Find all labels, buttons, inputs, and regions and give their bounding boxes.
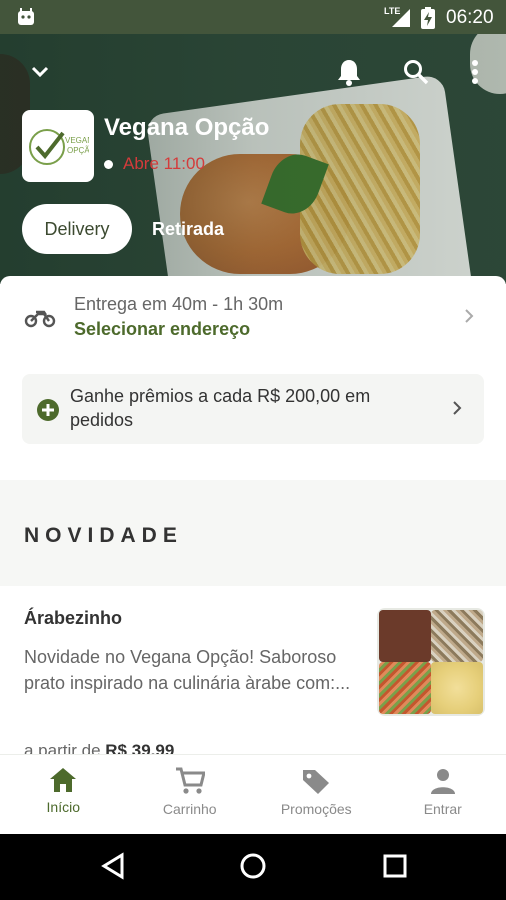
system-navigation-bar: [0, 834, 506, 900]
product-image-section: [379, 662, 431, 714]
chevron-down-icon: [31, 66, 49, 78]
recents-icon[interactable]: [382, 852, 408, 880]
store-content: Entrega em 40m - 1h 30m Selecionar ender…: [0, 276, 506, 756]
chevron-right-icon: [465, 309, 474, 323]
home-circle-icon[interactable]: [239, 852, 267, 880]
store-name: Vegana Opção: [104, 114, 270, 141]
order-mode-tabs: Delivery Retirada: [22, 204, 224, 254]
plus-circle-icon: [37, 399, 59, 421]
cart-icon: [175, 767, 205, 794]
product-image: [377, 608, 485, 716]
person-icon: [430, 769, 455, 794]
store-header: VEGANA OPÇÃO Vegana Opção Abre 11:00 Del…: [0, 34, 506, 284]
store-open-status: Abre 11:00: [104, 154, 205, 174]
search-button[interactable]: [400, 56, 432, 88]
section-header: NOVIDADE: [0, 480, 506, 586]
nav-item-cart[interactable]: Carrinho: [127, 755, 254, 834]
motorcycle-icon: [24, 310, 56, 328]
more-vertical-icon: [472, 60, 478, 84]
nav-item-home[interactable]: Início: [0, 755, 127, 834]
rewards-banner[interactable]: Ganhe prêmios a cada R$ 200,00 em pedido…: [22, 374, 484, 444]
product-description: Novidade no Vegana Opção! Saboroso prato…: [24, 647, 351, 693]
nav-item-login[interactable]: Entrar: [380, 755, 506, 834]
nav-label-home: Início: [46, 799, 80, 815]
tab-pickup[interactable]: Retirada: [152, 219, 224, 240]
logo-text-bottom: OPÇÃO: [67, 146, 89, 155]
product-image-section: [431, 610, 483, 662]
product-image-section: [431, 662, 483, 714]
rewards-text: Ganhe prêmios a cada R$ 200,00 em pedido…: [70, 386, 371, 430]
bell-icon: [338, 60, 360, 86]
section-title: NOVIDADE: [24, 524, 183, 547]
store-logo: VEGANA OPÇÃO: [22, 110, 94, 182]
notifications-button[interactable]: [333, 56, 365, 88]
open-time-label: Abre 11:00: [123, 154, 205, 173]
android-icon: [18, 8, 34, 25]
logo-text-top: VEGANA: [65, 136, 89, 145]
signal-icon: [392, 9, 410, 27]
nav-item-promotions[interactable]: Promoções: [253, 755, 380, 834]
bottom-navigation: Início Carrinho Promoções Entrar: [0, 754, 506, 834]
chevron-right-icon: [453, 401, 462, 415]
tag-icon: [303, 770, 330, 794]
vegana-logo-mark: VEGANA OPÇÃO: [29, 129, 89, 165]
clock: 06:20: [446, 7, 494, 28]
delivery-address-row[interactable]: Entrega em 40m - 1h 30m Selecionar ender…: [0, 276, 506, 360]
product-image-section: [379, 610, 431, 662]
status-bar: LTE 06:20: [0, 0, 506, 34]
product-name: Árabezinho: [24, 608, 123, 628]
battery-charging-icon: [421, 7, 435, 29]
select-address-link[interactable]: Selecionar endereço: [74, 319, 250, 340]
tab-delivery[interactable]: Delivery: [22, 204, 132, 254]
more-options-button[interactable]: [459, 56, 491, 88]
product-card[interactable]: Árabezinho Novidade no Vegana Opção! Sab…: [0, 586, 506, 756]
search-icon: [404, 60, 429, 85]
nav-label-promotions: Promoções: [280, 801, 352, 817]
status-dot: [104, 159, 113, 169]
nav-label-login: Entrar: [423, 801, 462, 817]
collapse-button[interactable]: [24, 56, 56, 88]
back-icon[interactable]: [100, 852, 126, 880]
delivery-eta: Entrega em 40m - 1h 30m: [74, 294, 284, 314]
nav-label-cart: Carrinho: [162, 801, 217, 817]
home-icon: [50, 768, 77, 792]
